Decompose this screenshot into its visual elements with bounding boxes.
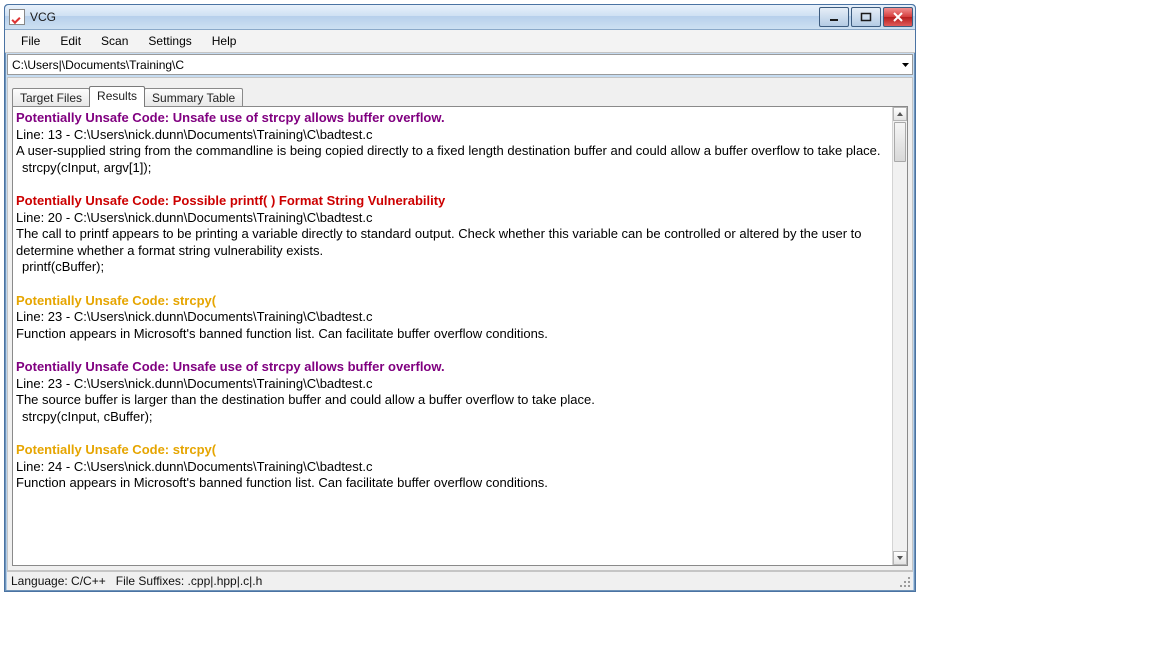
- result-location: Line: 23 - C:\Users\nick.dunn\Documents\…: [16, 376, 891, 393]
- result-heading: Potentially Unsafe Code: strcpy(: [16, 293, 891, 310]
- close-button[interactable]: [883, 7, 913, 27]
- result-code: strcpy(cInput, argv[1]);: [16, 160, 891, 177]
- menu-settings[interactable]: Settings: [138, 31, 201, 51]
- menu-scan[interactable]: Scan: [91, 31, 138, 51]
- result-heading: Potentially Unsafe Code: Possible printf…: [16, 193, 891, 210]
- result-location: Line: 23 - C:\Users\nick.dunn\Documents\…: [16, 309, 891, 326]
- result-entry: Potentially Unsafe Code: Unsafe use of s…: [16, 110, 891, 176]
- result-entry: Potentially Unsafe Code: strcpy( Line: 2…: [16, 442, 891, 492]
- result-code: printf(cBuffer);: [16, 259, 891, 276]
- maximize-button[interactable]: [851, 7, 881, 27]
- result-location: Line: 20 - C:\Users\nick.dunn\Documents\…: [16, 210, 891, 227]
- tab-summary-table[interactable]: Summary Table: [144, 88, 243, 108]
- result-description: The call to printf appears to be printin…: [16, 226, 891, 259]
- results-panel: Potentially Unsafe Code: Unsafe use of s…: [12, 106, 908, 566]
- app-icon: [9, 9, 25, 25]
- path-combobox[interactable]: C:\Users|\Documents\Training\C: [7, 54, 913, 75]
- tab-target-files[interactable]: Target Files: [12, 88, 90, 108]
- client-area: Target Files Results Summary Table Poten…: [7, 77, 913, 571]
- result-description: Function appears in Microsoft's banned f…: [16, 326, 891, 343]
- result-location: Line: 24 - C:\Users\nick.dunn\Documents\…: [16, 459, 891, 476]
- tabstrip: Target Files Results Summary Table: [12, 86, 242, 107]
- result-entry: Potentially Unsafe Code: strcpy( Line: 2…: [16, 293, 891, 343]
- result-code: strcpy(cInput, cBuffer);: [16, 409, 891, 426]
- title-left: VCG: [9, 9, 56, 25]
- resize-grip-icon[interactable]: [899, 576, 911, 588]
- minimize-button[interactable]: [819, 7, 849, 27]
- results-list[interactable]: Potentially Unsafe Code: Unsafe use of s…: [13, 107, 893, 565]
- result-location: Line: 13 - C:\Users\nick.dunn\Documents\…: [16, 127, 891, 144]
- statusbar: Language: C/C++ File Suffixes: .cpp|.hpp…: [7, 571, 913, 590]
- window-buttons: [817, 7, 913, 27]
- window-title: VCG: [30, 10, 56, 24]
- result-description: Function appears in Microsoft's banned f…: [16, 475, 891, 492]
- scroll-thumb[interactable]: [894, 122, 906, 162]
- app-window: VCG File Edit Scan Settings Help C:\User…: [4, 4, 916, 592]
- result-heading: Potentially Unsafe Code: Unsafe use of s…: [16, 359, 891, 376]
- result-entry: Potentially Unsafe Code: Possible printf…: [16, 193, 891, 276]
- path-text: C:\Users|\Documents\Training\C: [12, 58, 184, 72]
- menu-edit[interactable]: Edit: [50, 31, 91, 51]
- vertical-scrollbar[interactable]: [892, 107, 907, 565]
- status-suffixes: File Suffixes: .cpp|.hpp|.c|.h: [116, 574, 263, 588]
- scroll-down-icon[interactable]: [893, 551, 907, 565]
- result-description: A user-supplied string from the commandl…: [16, 143, 891, 160]
- status-language: Language: C/C++: [11, 574, 106, 588]
- result-heading: Potentially Unsafe Code: strcpy(: [16, 442, 891, 459]
- result-heading: Potentially Unsafe Code: Unsafe use of s…: [16, 110, 891, 127]
- result-description: The source buffer is larger than the des…: [16, 392, 891, 409]
- result-entry: Potentially Unsafe Code: Unsafe use of s…: [16, 359, 891, 425]
- tab-results[interactable]: Results: [89, 86, 145, 107]
- chevron-down-icon[interactable]: [901, 60, 910, 69]
- menu-help[interactable]: Help: [202, 31, 247, 51]
- menubar: File Edit Scan Settings Help: [5, 30, 915, 53]
- titlebar[interactable]: VCG: [5, 5, 915, 30]
- menu-file[interactable]: File: [11, 31, 50, 51]
- scroll-up-icon[interactable]: [893, 107, 907, 121]
